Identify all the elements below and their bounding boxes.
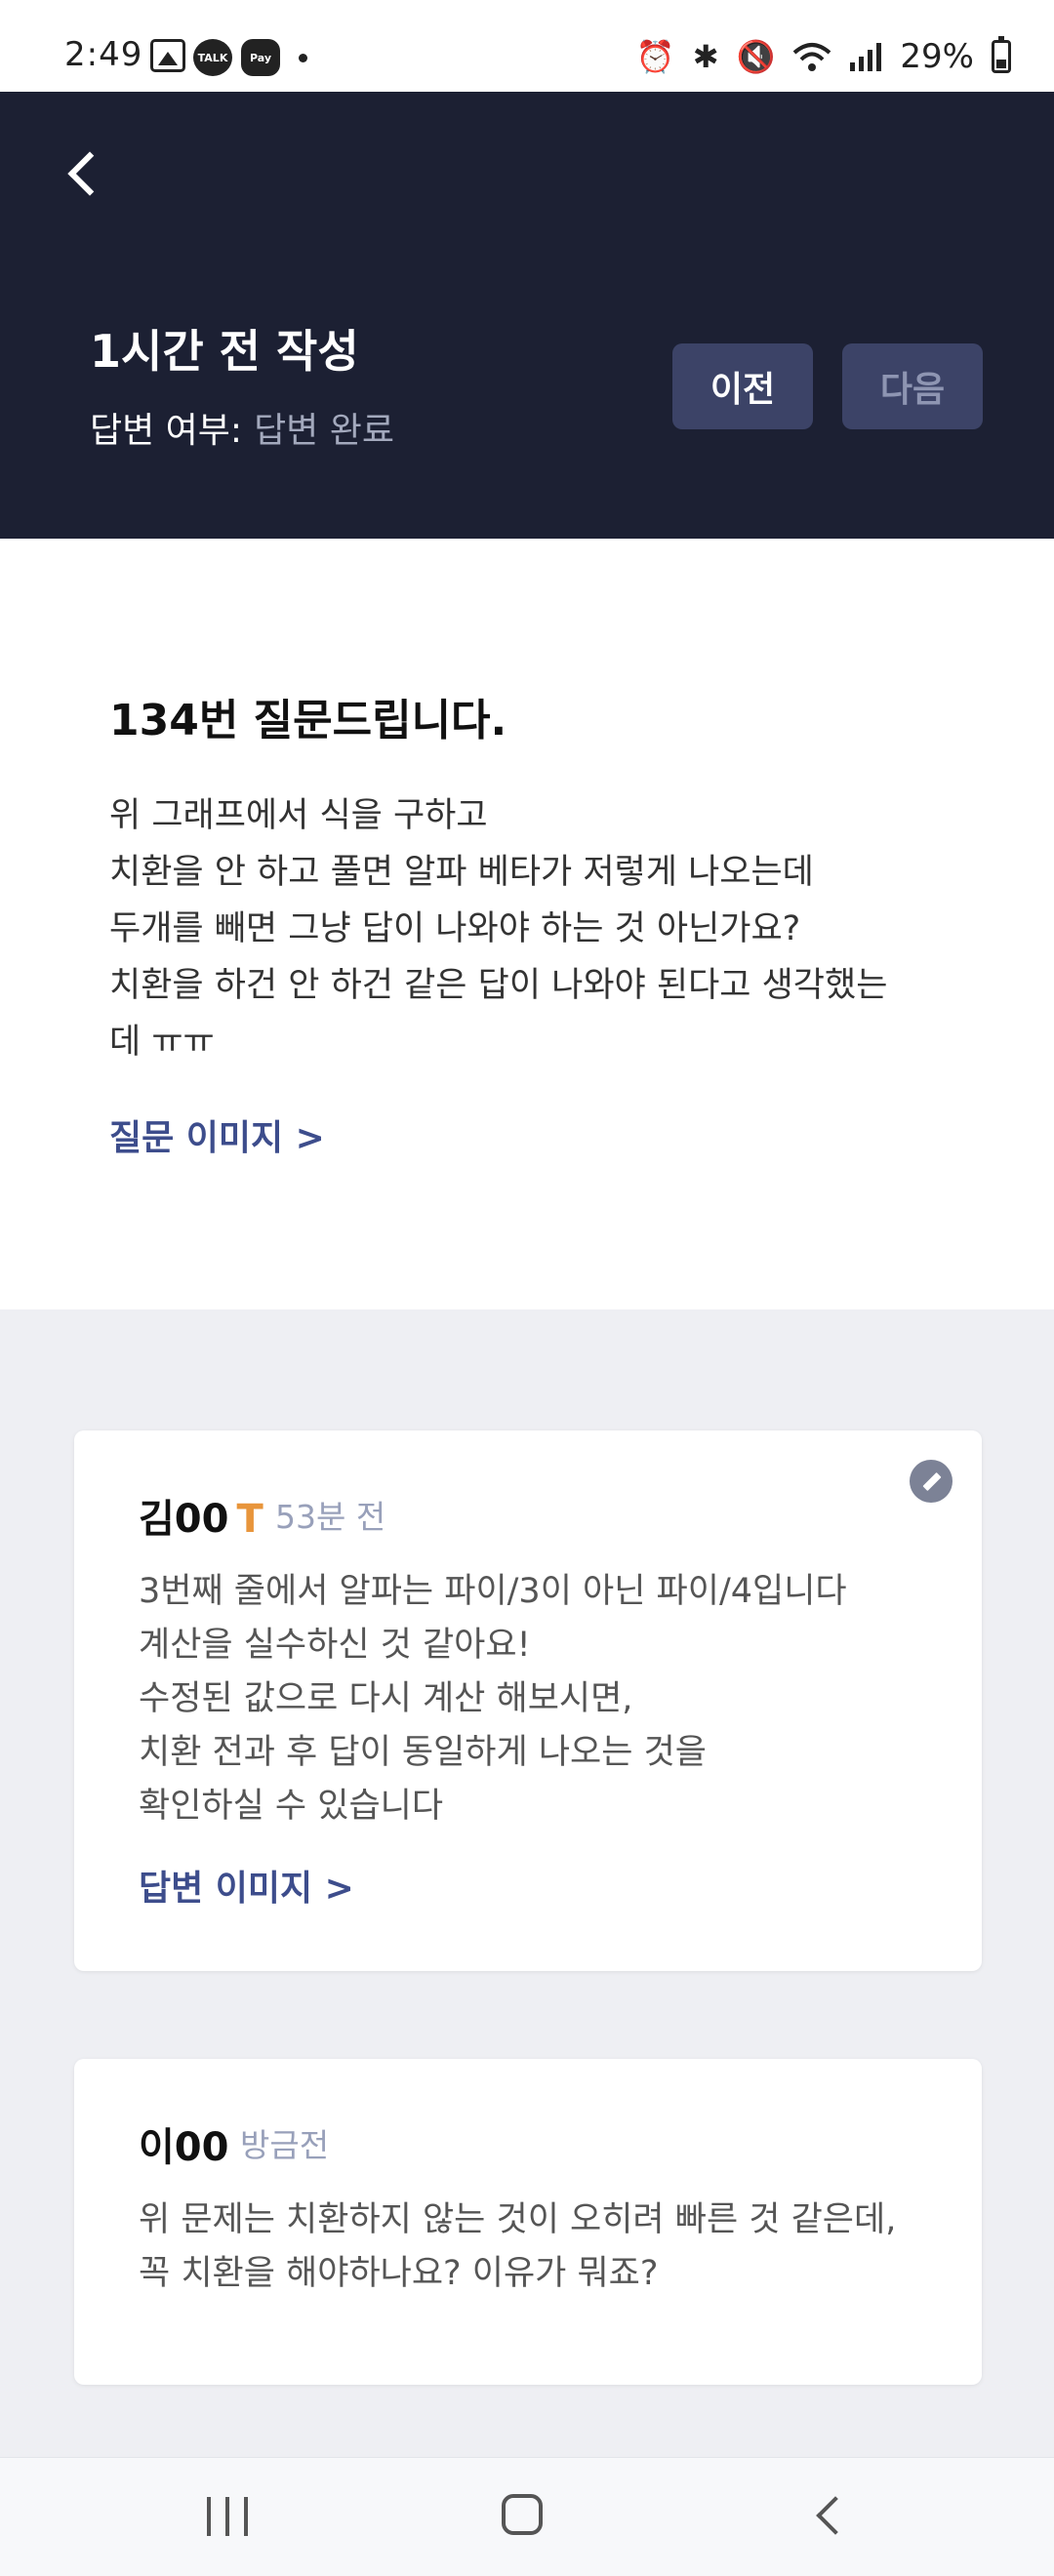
kakaotalk-icon: TALK <box>193 39 232 76</box>
answer-card: 김00 T 53분 전 3번째 줄에서 알파는 파이/3이 아닌 파이/4입니다 … <box>74 1430 982 1971</box>
system-back-icon[interactable] <box>810 2498 845 2533</box>
battery-icon <box>992 36 1011 73</box>
author-name: 이00 <box>139 2125 229 2170</box>
answer-status-label: 답변 여부: <box>90 411 243 451</box>
battery-percent: 29% <box>900 37 974 76</box>
prev-button[interactable]: 이전 <box>672 343 813 429</box>
answer-line: 계산을 실수하신 것 같아요! <box>139 1626 531 1665</box>
answer-author: 김00 T <box>139 1487 264 1544</box>
edit-icon[interactable] <box>910 1460 953 1503</box>
answer-line: 치환 전과 후 답이 동일하게 나오는 것을 <box>139 1733 707 1772</box>
answer-status-value: 답변 완료 <box>254 411 394 451</box>
question-line: 두개를 빼면 그냥 답이 나와야 하는 것 아닌가요? <box>109 909 801 948</box>
bluetooth-icon: ✱ <box>692 38 719 75</box>
answer-time: 방금전 <box>240 2126 330 2164</box>
kakaopay-icon: Pay <box>241 39 280 76</box>
signal-icon <box>850 43 882 71</box>
answer-line: 확인하실 수 있습니다 <box>139 1787 444 1826</box>
question-line: 데 ㅠㅠ <box>109 1023 215 1062</box>
answer-body: 3번째 줄에서 알파는 파이/3이 아닌 파이/4입니다 계산을 실수하신 것 … <box>139 1565 919 1833</box>
question-title: 134번 질문드립니다. <box>109 696 507 745</box>
answer-line: 위 문제는 치환하지 않는 것이 오히려 빠른 것 같은데, <box>139 2200 897 2239</box>
gallery-icon <box>150 39 185 72</box>
answer-body: 위 문제는 치환하지 않는 것이 오히려 빠른 것 같은데, 꼭 치환을 해야하… <box>139 2194 919 2301</box>
home-icon[interactable] <box>502 2494 543 2535</box>
back-icon[interactable] <box>61 141 119 209</box>
question-line: 치환을 안 하고 풀면 알파 베타가 저렇게 나오는데 <box>109 853 814 892</box>
author-name: 김00 <box>139 1497 229 1542</box>
answer-status: 답변 여부: 답변 완료 <box>90 402 394 453</box>
notification-dot-icon <box>299 54 307 62</box>
question-line: 위 그래프에서 식을 구하고 <box>109 796 488 835</box>
question-section: 134번 질문드립니다. 위 그래프에서 식을 구하고 치환을 안 하고 풀면 … <box>0 539 1054 1309</box>
status-bar: 2:49 TALK Pay ⏰ ✱ 🔇 29% <box>0 0 1054 92</box>
answer-card: 이00 방금전 위 문제는 치환하지 않는 것이 오히려 빠른 것 같은데, 꼭… <box>74 2059 982 2385</box>
system-nav-bar <box>0 2457 1054 2576</box>
answer-line: 수정된 값으로 다시 계산 해보시면, <box>139 1679 633 1718</box>
question-line: 치환을 하건 안 하건 같은 답이 나와야 된다고 생각했는 <box>109 966 888 1005</box>
teacher-badge: T <box>236 1497 264 1542</box>
wifi-icon <box>793 43 831 71</box>
question-image-link[interactable]: 질문 이미지 > <box>109 1109 325 1160</box>
question-header: 1시간 전 작성 답변 여부: 답변 완료 이전 다음 <box>0 92 1054 539</box>
answer-time: 53분 전 <box>275 1498 386 1536</box>
answer-image-link[interactable]: 답변 이미지 > <box>139 1860 354 1911</box>
recents-icon[interactable] <box>207 2497 248 2536</box>
question-body: 위 그래프에서 식을 구하고 치환을 안 하고 풀면 알파 베타가 저렇게 나오… <box>109 787 968 1070</box>
answer-line: 3번째 줄에서 알파는 파이/3이 아닌 파이/4입니다 <box>139 1572 847 1611</box>
status-right-group: ⏰ ✱ 🔇 29% <box>636 35 1011 78</box>
status-time: 2:49 <box>64 35 143 74</box>
answer-author: 이00 <box>139 2115 228 2172</box>
next-button[interactable]: 다음 <box>842 343 983 429</box>
written-time: 1시간 전 작성 <box>90 325 359 378</box>
answer-line: 꼭 치환을 해야하나요? 이유가 뭐죠? <box>139 2254 659 2293</box>
mute-icon: 🔇 <box>736 38 776 75</box>
alarm-icon: ⏰ <box>635 38 675 75</box>
